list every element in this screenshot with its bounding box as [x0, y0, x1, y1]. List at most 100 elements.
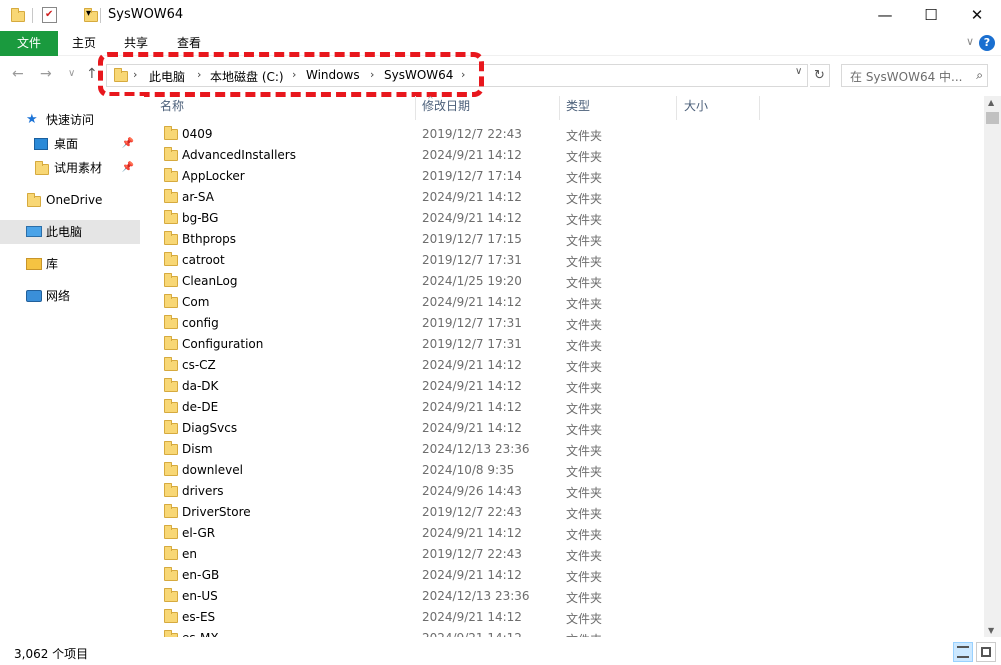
table-row[interactable]: cs-CZ 2024/9/21 14:12 文件夹 — [150, 355, 982, 376]
breadcrumb-separator[interactable]: › — [197, 68, 201, 81]
back-button[interactable]: ← — [12, 66, 24, 82]
search-input[interactable]: 在 SysWOW64 中... ⌕ — [841, 64, 988, 87]
file-name: el-GR — [182, 526, 216, 540]
recent-locations-button[interactable]: ∨ — [68, 68, 75, 79]
customize-qat-icon[interactable]: ▾ — [86, 8, 91, 26]
file-name: DiagSvcs — [182, 421, 238, 435]
table-row[interactable]: downlevel 2024/10/8 9:35 文件夹 — [150, 460, 982, 481]
pin-icon[interactable]: 📌 — [122, 156, 134, 180]
file-type: 文件夹 — [566, 234, 603, 248]
file-type: 文件夹 — [566, 528, 603, 542]
file-name: en-US — [182, 589, 218, 603]
column-divider[interactable] — [759, 96, 760, 120]
table-row[interactable]: es-ES 2024/9/21 14:12 文件夹 — [150, 607, 982, 628]
large-icons-view-button[interactable] — [976, 642, 996, 662]
column-size[interactable]: 大小 — [674, 96, 760, 120]
nav-this-pc[interactable]: 此电脑 — [0, 220, 140, 244]
item-count: 3,062 个项目 — [14, 647, 89, 661]
address-bar[interactable]: › 此电脑 › 本地磁盘 (C:) › Windows › SysWOW64 › — [106, 64, 808, 87]
file-name: AppLocker — [182, 169, 245, 183]
breadcrumb-separator[interactable]: › — [461, 68, 465, 81]
table-row[interactable]: Com 2024/9/21 14:12 文件夹 — [150, 292, 982, 313]
nav-network[interactable]: 网络 — [0, 284, 140, 308]
tab-share[interactable]: 共享 — [110, 31, 162, 56]
breadcrumb-separator[interactable]: › — [370, 68, 374, 81]
close-button[interactable]: ✕ — [954, 0, 1000, 30]
table-row[interactable]: AdvancedInstallers 2024/9/21 14:12 文件夹 — [150, 145, 982, 166]
details-view-icon — [957, 646, 969, 658]
help-icon[interactable]: ? — [979, 35, 995, 51]
vertical-scrollbar[interactable]: ▲ ▼ — [984, 96, 1001, 637]
table-row[interactable]: 0409 2019/12/7 22:43 文件夹 — [150, 124, 982, 145]
breadcrumb-local-disk[interactable]: 本地磁盘 (C:) — [210, 68, 284, 85]
search-placeholder: 在 SysWOW64 中... — [850, 70, 963, 84]
file-date-modified: 2024/9/21 14:12 — [422, 148, 522, 162]
table-row[interactable]: CleanLog 2024/1/25 19:20 文件夹 — [150, 271, 982, 292]
table-row[interactable]: DriverStore 2019/12/7 22:43 文件夹 — [150, 502, 982, 523]
nav-trial-materials[interactable]: 试用素材 📌 — [0, 156, 140, 180]
refresh-button[interactable]: ↻ — [810, 64, 830, 87]
table-row[interactable]: ar-SA 2024/9/21 14:12 文件夹 — [150, 187, 982, 208]
details-view-button[interactable] — [953, 642, 973, 662]
properties-icon[interactable]: ✔ — [42, 7, 57, 23]
table-row[interactable]: en-GB 2024/9/21 14:12 文件夹 — [150, 565, 982, 586]
table-row[interactable]: Bthprops 2019/12/7 17:15 文件夹 — [150, 229, 982, 250]
computer-icon — [26, 226, 42, 237]
table-row[interactable]: es-MX2024/9/21 14:12文件夹 — [150, 628, 982, 637]
nav-desktop[interactable]: 桌面 📌 — [0, 132, 140, 156]
forward-button[interactable]: → — [40, 66, 52, 82]
table-row[interactable]: DiagSvcs 2024/9/21 14:12 文件夹 — [150, 418, 982, 439]
file-type: 文件夹 — [566, 255, 603, 269]
folder-icon — [164, 147, 178, 161]
column-date-modified[interactable]: 修改日期 — [412, 96, 556, 120]
breadcrumb-this-pc[interactable]: 此电脑 — [149, 68, 185, 85]
breadcrumb-syswow64[interactable]: SysWOW64 — [384, 68, 453, 82]
column-type[interactable]: 类型 — [556, 96, 676, 120]
address-history-dropdown[interactable]: ∨ — [795, 66, 802, 77]
nav-libraries[interactable]: 库 — [0, 252, 140, 276]
tab-home[interactable]: 主页 — [58, 31, 110, 56]
tab-file[interactable]: 文件 — [0, 31, 58, 56]
table-row[interactable]: drivers 2024/9/26 14:43 文件夹 — [150, 481, 982, 502]
nav-onedrive[interactable]: OneDrive — [0, 188, 140, 212]
column-name[interactable]: 名称 — [150, 96, 416, 120]
table-row[interactable]: AppLocker 2019/12/7 17:14 文件夹 — [150, 166, 982, 187]
ribbon-expand-icon[interactable]: ∨ — [966, 35, 974, 48]
search-icon[interactable]: ⌕ — [976, 68, 983, 83]
file-list: 0409 2019/12/7 22:43 文件夹 AdvancedInstallers… — [150, 124, 982, 637]
scroll-down-arrow-icon[interactable]: ▼ — [988, 626, 994, 635]
table-row[interactable]: config 2019/12/7 17:31 文件夹 — [150, 313, 982, 334]
file-name: Bthprops — [182, 232, 237, 246]
file-date-modified: 2024/9/21 14:12 — [422, 295, 522, 309]
table-row[interactable]: catroot 2019/12/7 17:31 文件夹 — [150, 250, 982, 271]
table-row[interactable]: en-US 2024/12/13 23:36 文件夹 — [150, 586, 982, 607]
scroll-up-arrow-icon[interactable]: ▲ — [988, 98, 994, 107]
file-type: 文件夹 — [566, 213, 603, 227]
maximize-button[interactable]: ☐ — [908, 0, 954, 30]
table-row[interactable]: Configuration 2019/12/7 17:31 文件夹 — [150, 334, 982, 355]
minimize-button[interactable]: — — [862, 0, 908, 30]
table-row[interactable]: de-DE 2024/9/21 14:12 文件夹 — [150, 397, 982, 418]
breadcrumb-windows[interactable]: Windows — [306, 68, 360, 82]
desktop-icon — [34, 138, 48, 150]
table-row[interactable]: da-DK 2024/9/21 14:12 文件夹 — [150, 376, 982, 397]
pin-icon[interactable]: 📌 — [122, 132, 134, 156]
file-type: 文件夹 — [566, 339, 603, 353]
folder-icon — [164, 168, 178, 182]
file-name: config — [182, 316, 219, 330]
table-row[interactable]: el-GR 2024/9/21 14:12 文件夹 — [150, 523, 982, 544]
breadcrumb-separator[interactable]: › — [292, 68, 296, 81]
file-name: Dism — [182, 442, 213, 456]
table-row[interactable]: bg-BG 2024/9/21 14:12 文件夹 — [150, 208, 982, 229]
folder-icon — [164, 231, 178, 245]
nav-label: 此电脑 — [46, 225, 83, 239]
nav-quick-access[interactable]: ★ 快速访问 — [0, 108, 140, 132]
up-button[interactable]: ↑ — [86, 66, 98, 82]
scrollbar-thumb[interactable] — [986, 112, 999, 124]
table-row[interactable]: Dism 2024/12/13 23:36 文件夹 — [150, 439, 982, 460]
tab-view[interactable]: 查看 — [162, 31, 216, 56]
file-date-modified: 2024/1/25 19:20 — [422, 274, 522, 288]
table-row[interactable]: en 2019/12/7 22:43 文件夹 — [150, 544, 982, 565]
folder-icon — [164, 399, 178, 413]
folder-icon — [114, 68, 128, 82]
